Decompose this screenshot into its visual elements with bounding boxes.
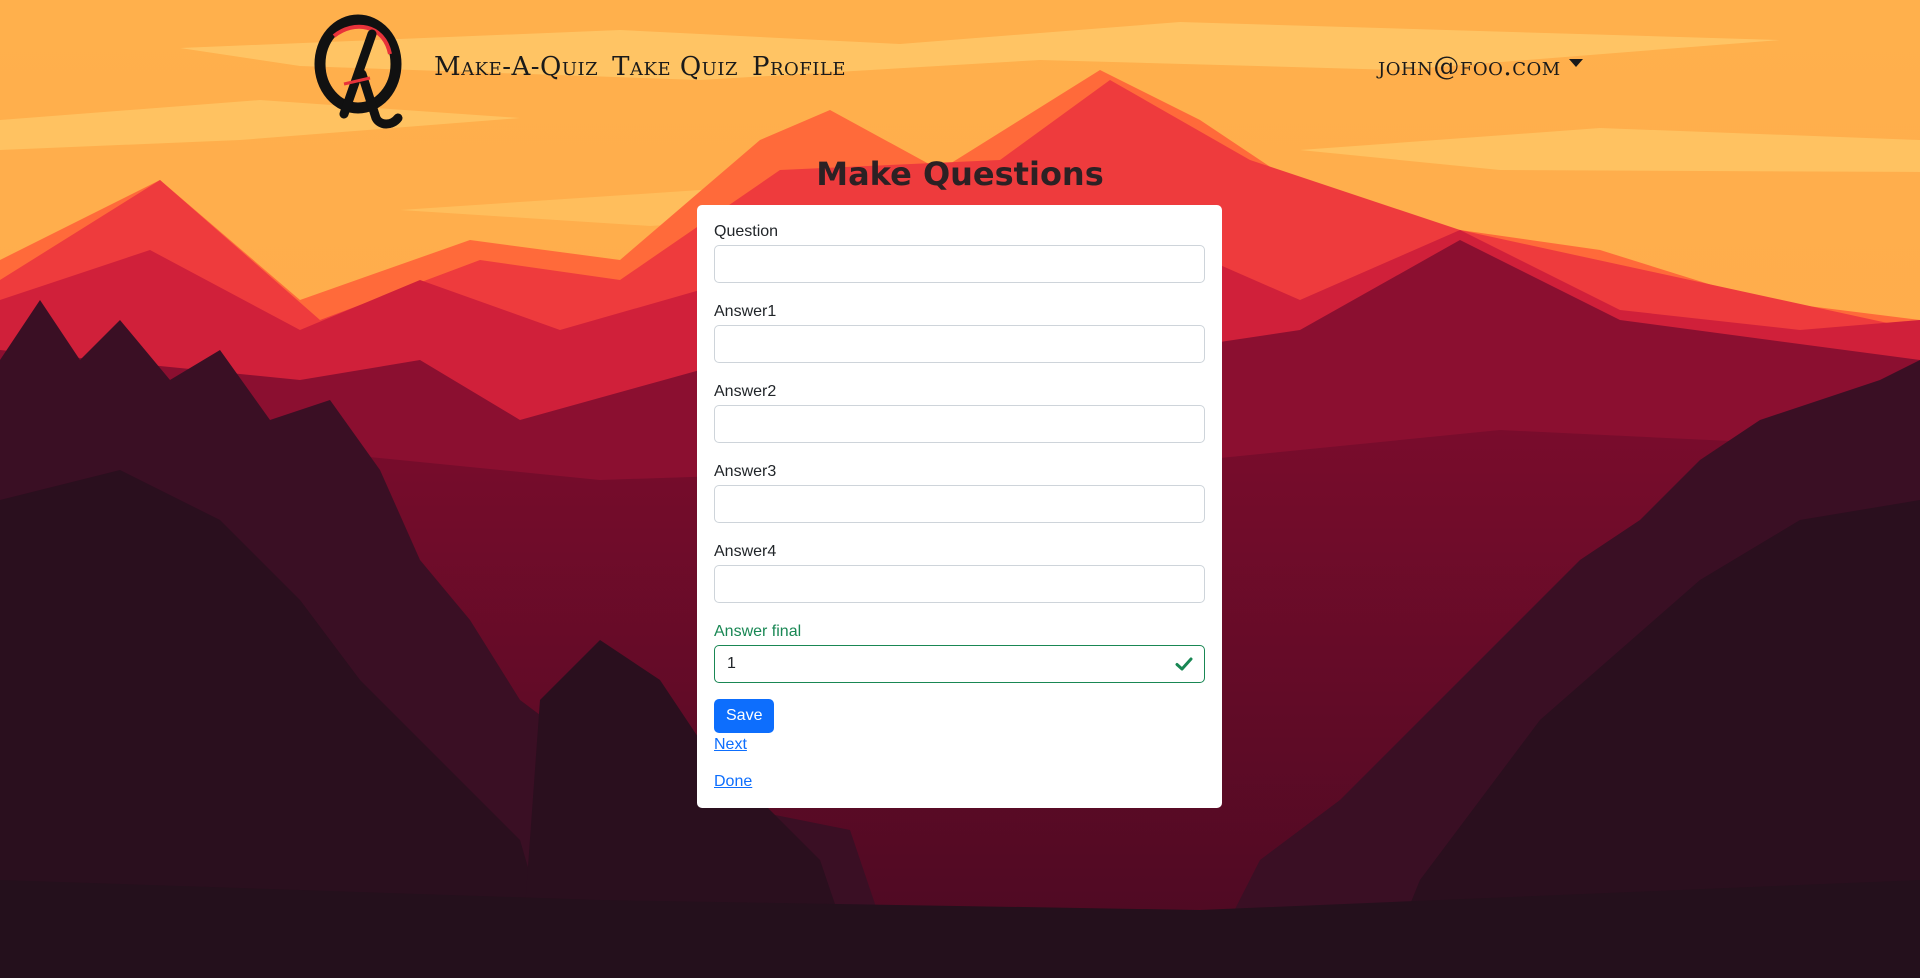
answer1-field: Answer1 [714, 303, 1205, 363]
answer2-field: Answer2 [714, 383, 1205, 443]
answer3-field: Answer3 [714, 463, 1205, 523]
question-input[interactable] [714, 245, 1205, 283]
nav-take-quiz[interactable]: Take Quiz [612, 52, 738, 82]
done-link[interactable]: Done [714, 773, 1205, 791]
nav-links: Make-A-Quiz Take Quiz Profile [434, 52, 846, 82]
answer3-label: Answer3 [714, 463, 777, 480]
answer4-input[interactable] [714, 565, 1205, 603]
caret-down-icon [1568, 59, 1583, 67]
answer-final-input[interactable] [714, 645, 1205, 683]
answer4-field: Answer4 [714, 543, 1205, 603]
answer1-input[interactable] [714, 325, 1205, 363]
navbar: Make-A-Quiz Take Quiz Profile john@foo.c… [0, 0, 1920, 140]
nav-make-a-quiz[interactable]: Make-A-Quiz [434, 52, 598, 82]
quiz-q-logo-icon[interactable] [314, 14, 404, 129]
answer1-label: Answer1 [714, 303, 777, 320]
user-email: john@foo.com [1378, 52, 1561, 82]
answer-final-label: Answer final [714, 623, 802, 640]
save-button[interactable]: Save [714, 699, 775, 733]
question-label: Question [714, 223, 779, 240]
answer-final-input-wrap [714, 645, 1205, 683]
user-menu-dropdown[interactable]: john@foo.com [1378, 52, 1583, 82]
check-icon [1175, 657, 1193, 671]
answer-final-field: Answer final [714, 623, 1205, 683]
next-link[interactable]: Next [714, 736, 1205, 754]
question-form-card: Question Answer1 Answer2 Answer3 Answer4… [697, 205, 1222, 808]
answer4-label: Answer4 [714, 543, 777, 560]
answer2-label: Answer2 [714, 383, 777, 400]
question-field: Question [714, 223, 1205, 283]
answer3-input[interactable] [714, 485, 1205, 523]
page-title: Make Questions [816, 155, 1104, 193]
answer2-input[interactable] [714, 405, 1205, 443]
nav-profile[interactable]: Profile [752, 52, 846, 82]
